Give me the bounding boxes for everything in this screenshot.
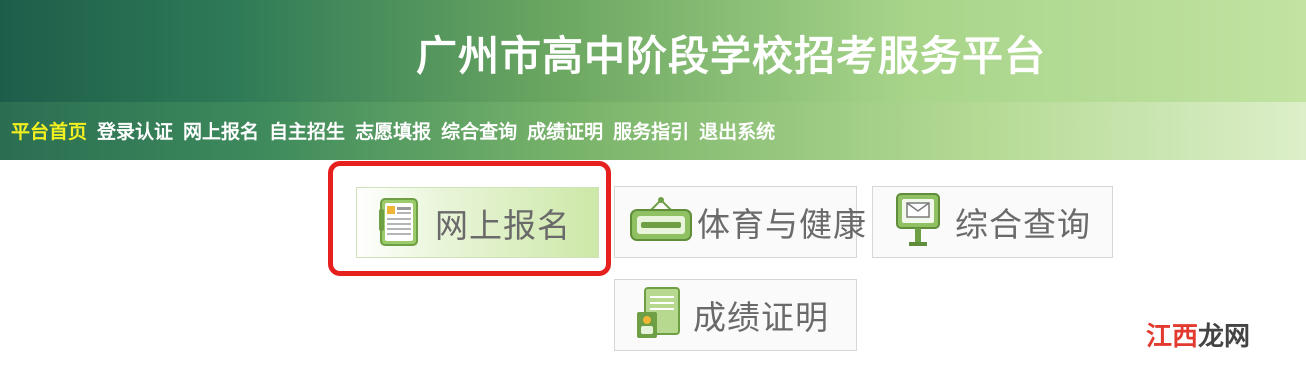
nav-list: 平台首页 登录认证 网上报名 自主招生 志愿填报 综合查询 成绩证明 服务指引 … <box>11 120 785 144</box>
nav-item-independent-enrollment[interactable]: 自主招生 <box>269 120 345 144</box>
online-registration-tile[interactable]: 网上报名 <box>356 187 599 258</box>
query-label: 综合查询 <box>955 205 1091 244</box>
site-watermark: 江西龙网 <box>1146 316 1250 353</box>
certificate-icon <box>633 284 683 346</box>
nav-item-preferences[interactable]: 志愿填报 <box>355 120 431 144</box>
sign-board-icon <box>629 196 693 248</box>
document-form-icon <box>379 195 419 251</box>
online-registration-label: 网上报名 <box>435 205 571 245</box>
nav-item-query[interactable]: 综合查询 <box>441 120 517 144</box>
grade-certificate-label: 成绩证明 <box>693 298 829 337</box>
watermark-part1: 江西 <box>1146 322 1199 352</box>
query-tile[interactable]: 综合查询 <box>872 186 1113 258</box>
grade-certificate-tile[interactable]: 成绩证明 <box>614 279 857 351</box>
sports-health-tile[interactable]: 体育与健康 <box>614 186 866 258</box>
nav-item-service-guide[interactable]: 服务指引 <box>613 120 689 144</box>
watermark-part2: 龙网 <box>1198 322 1251 352</box>
nav-item-online-registration[interactable]: 网上报名 <box>183 120 259 144</box>
sports-health-label: 体育与健康 <box>697 205 867 244</box>
main-nav: 平台首页 登录认证 网上报名 自主招生 志愿填报 综合查询 成绩证明 服务指引 … <box>0 102 1306 160</box>
site-title: 广州市高中阶段学校招考服务平台 <box>416 32 1046 80</box>
nav-item-login[interactable]: 登录认证 <box>97 120 173 144</box>
nav-item-home[interactable]: 平台首页 <box>11 120 87 144</box>
mail-sign-icon <box>895 192 941 252</box>
header-banner: 广州市高中阶段学校招考服务平台 <box>0 0 1306 102</box>
nav-item-grade-cert[interactable]: 成绩证明 <box>527 120 603 144</box>
nav-item-logout[interactable]: 退出系统 <box>699 120 775 144</box>
